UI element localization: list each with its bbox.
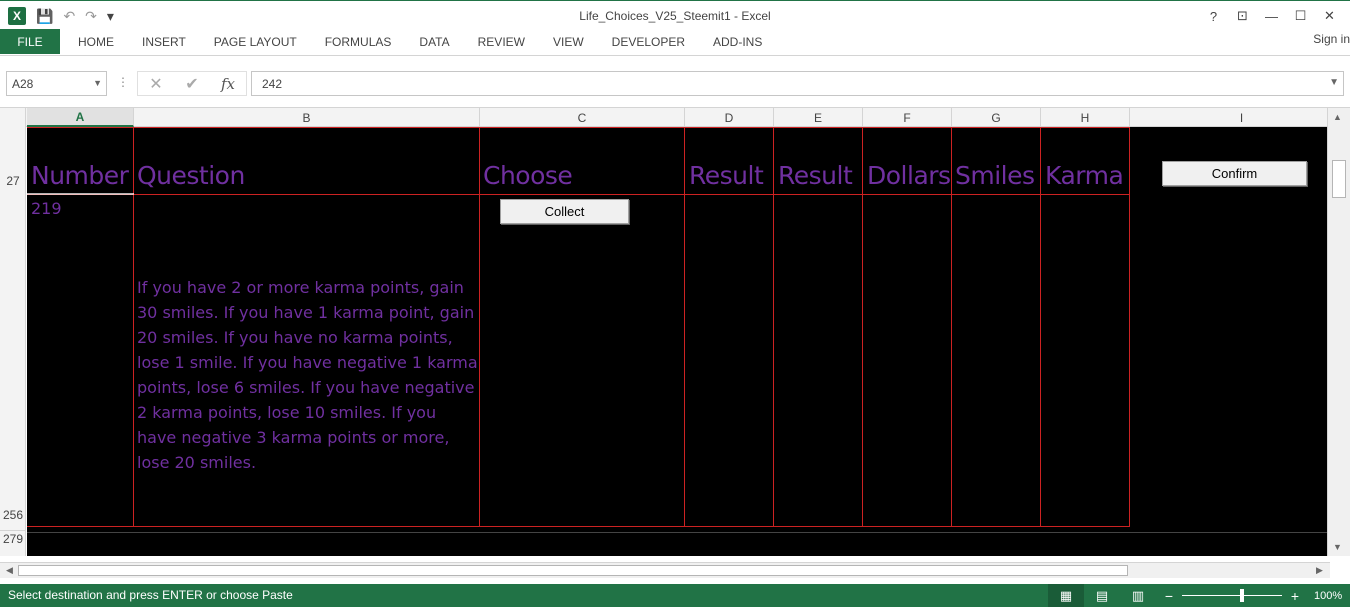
column-border [951, 127, 952, 527]
save-icon[interactable]: 💾 [36, 8, 53, 25]
formula-value: 242 [262, 76, 283, 91]
minimize-icon[interactable]: — [1257, 5, 1286, 27]
tab-file[interactable]: FILE [0, 29, 60, 54]
window-controls: ? ⊡ — ☐ ✕ [1199, 5, 1344, 27]
sign-in-link[interactable]: Sign in [1313, 32, 1350, 46]
table-top-border [27, 127, 1130, 128]
header-result-1: Result [689, 161, 764, 190]
expand-formula-bar-icon[interactable]: ▼ [1329, 77, 1339, 88]
confirm-button[interactable]: Confirm [1162, 161, 1307, 186]
vertical-scrollbar[interactable]: ▲ ▼ [1327, 108, 1350, 556]
column-border [479, 127, 480, 527]
close-icon[interactable]: ✕ [1315, 5, 1344, 27]
header-karma: Karma [1045, 161, 1124, 190]
header-result-2: Result [778, 161, 853, 190]
name-box-value: A28 [12, 76, 34, 91]
zoom-percentage[interactable]: 100% [1314, 590, 1342, 602]
chevron-down-icon[interactable]: ▼ [93, 78, 102, 88]
horizontal-scrollbar[interactable]: ◀ ▶ [0, 562, 1330, 578]
name-box[interactable]: A28 ▼ [6, 71, 107, 96]
header-number: Number [31, 161, 129, 190]
column-border [1040, 127, 1041, 527]
tab-formulas[interactable]: FORMULAS [311, 29, 406, 54]
redo-icon[interactable]: ↷ [85, 8, 97, 25]
cancel-icon[interactable]: ✕ [138, 74, 174, 94]
normal-view-icon[interactable]: ▦ [1048, 584, 1084, 607]
tab-review[interactable]: REVIEW [464, 29, 539, 54]
active-cell-indicator [27, 193, 134, 195]
zoom-out-icon[interactable]: − [1162, 588, 1176, 604]
zoom-control: − + 100% [1162, 584, 1342, 607]
row-header-279[interactable]: 279 [0, 530, 26, 546]
tab-page-layout[interactable]: PAGE LAYOUT [200, 29, 311, 54]
tab-home[interactable]: HOME [64, 29, 128, 54]
column-headers: A B C D E F G H I [0, 108, 1350, 127]
column-header-h[interactable]: H [1041, 108, 1130, 127]
column-header-c[interactable]: C [480, 108, 685, 127]
row-header-256[interactable]: 256 [0, 508, 26, 522]
scroll-up-icon[interactable]: ▲ [1333, 112, 1342, 122]
scroll-left-icon[interactable]: ◀ [6, 565, 13, 576]
collect-button[interactable]: Collect [500, 199, 629, 224]
formula-bar-grip-icon: ⋮ [117, 75, 129, 89]
row-divider [27, 532, 1327, 533]
question-number[interactable]: 219 [31, 199, 62, 218]
help-icon[interactable]: ? [1199, 5, 1228, 27]
tab-view[interactable]: VIEW [539, 29, 598, 54]
column-header-b[interactable]: B [134, 108, 480, 127]
column-border [862, 127, 863, 527]
column-header-a[interactable]: A [27, 108, 134, 127]
enter-icon[interactable]: ✔ [174, 74, 210, 94]
column-header-g[interactable]: G [952, 108, 1041, 127]
header-question: Question [137, 161, 245, 190]
page-break-preview-icon[interactable]: ▥ [1120, 584, 1156, 607]
row-header-27[interactable]: 27 [0, 174, 26, 188]
tab-insert[interactable]: INSERT [128, 29, 200, 54]
tab-data[interactable]: DATA [405, 29, 463, 54]
select-all-corner[interactable] [0, 108, 26, 127]
column-border [684, 127, 685, 527]
maximize-icon[interactable]: ☐ [1286, 5, 1315, 27]
zoom-slider[interactable] [1182, 589, 1282, 602]
column-border [1129, 127, 1130, 527]
column-border [133, 127, 134, 527]
column-header-d[interactable]: D [685, 108, 774, 127]
horizontal-scroll-thumb[interactable] [18, 565, 1128, 576]
formula-buttons: ✕ ✔ fx [137, 71, 247, 96]
page-layout-view-icon[interactable]: ▤ [1084, 584, 1120, 607]
undo-icon[interactable]: ↶ [63, 8, 75, 25]
vertical-scroll-thumb[interactable] [1332, 160, 1346, 198]
status-message: Select destination and press ENTER or ch… [8, 588, 293, 602]
scroll-down-icon[interactable]: ▼ [1333, 542, 1342, 552]
question-text[interactable]: If you have 2 or more karma points, gain… [137, 275, 479, 475]
column-border [773, 127, 774, 527]
column-header-f[interactable]: F [863, 108, 952, 127]
formula-input[interactable]: 242 ▼ [251, 71, 1344, 96]
zoom-slider-handle[interactable] [1240, 589, 1244, 602]
ribbon-tabs: FILE HOME INSERT PAGE LAYOUT FORMULAS DA… [0, 29, 1350, 56]
quick-access-toolbar: X 💾 ↶ ↷ ▾ [8, 6, 114, 26]
zoom-in-icon[interactable]: + [1288, 588, 1302, 604]
worksheet-grid[interactable]: Number Question Choose Result Result Dol… [27, 127, 1327, 556]
table-bottom-border [27, 526, 1130, 527]
header-smiles: Smiles [955, 161, 1035, 190]
tab-developer[interactable]: DEVELOPER [598, 29, 699, 54]
customize-qat-icon[interactable]: ▾ [107, 8, 114, 25]
insert-function-icon[interactable]: fx [210, 75, 246, 93]
ribbon-display-options-icon[interactable]: ⊡ [1228, 5, 1257, 27]
column-header-e[interactable]: E [774, 108, 863, 127]
excel-logo-icon: X [8, 7, 26, 25]
header-row-border [27, 194, 1130, 195]
row-headers: 27 256 279 [0, 127, 26, 556]
tab-add-ins[interactable]: ADD-INS [699, 29, 776, 54]
header-dollars: Dollars [867, 161, 951, 190]
view-switcher: ▦ ▤ ▥ [1048, 584, 1156, 607]
scroll-right-icon[interactable]: ▶ [1316, 565, 1323, 576]
column-header-i[interactable]: I [1130, 108, 1350, 127]
title-bar: X 💾 ↶ ↷ ▾ Life_Choices_V25_Steemit1 - Ex… [0, 0, 1350, 30]
formula-bar: A28 ▼ ⋮ ✕ ✔ fx 242 ▼ [0, 56, 1350, 108]
window-title: Life_Choices_V25_Steemit1 - Excel [579, 9, 771, 23]
status-bar: Select destination and press ENTER or ch… [0, 584, 1350, 607]
header-choose: Choose [483, 161, 573, 190]
